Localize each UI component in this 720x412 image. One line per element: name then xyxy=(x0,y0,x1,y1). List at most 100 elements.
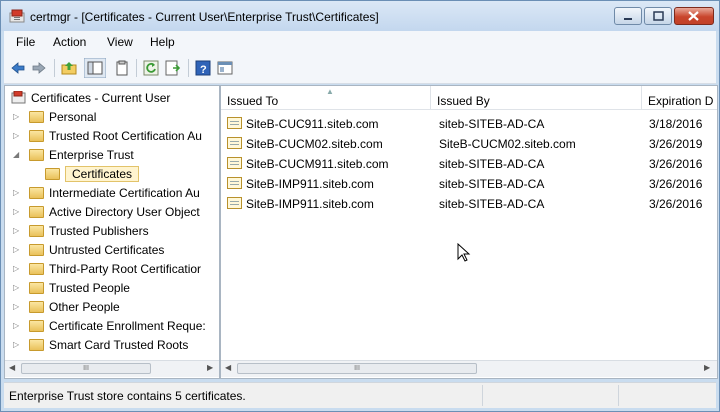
tree-item-label: Smart Card Trusted Roots xyxy=(49,338,189,352)
certmgr-window: certmgr - [Certificates - Current User\E… xyxy=(0,0,720,412)
certificate-row[interactable]: SiteB-IMP911.siteb.com siteb-SITEB-AD-CA 3… xyxy=(221,174,717,194)
expand-icon[interactable]: ▷ xyxy=(13,264,21,273)
menu-view[interactable]: View xyxy=(107,35,133,49)
minimize-button[interactable] xyxy=(614,7,642,25)
tree-item[interactable]: Certificates xyxy=(5,166,219,184)
properties-icon[interactable] xyxy=(217,60,233,76)
forward-arrow-icon[interactable] xyxy=(31,60,47,76)
expand-icon[interactable]: ▷ xyxy=(13,207,21,216)
expand-icon[interactable]: ▷ xyxy=(13,245,21,254)
tree-root[interactable]: Certificates - Current User xyxy=(9,90,209,108)
status-bar: Enterprise Trust store contains 5 certif… xyxy=(4,382,716,408)
column-expiration[interactable]: Expiration D xyxy=(642,86,717,110)
status-divider xyxy=(482,385,483,406)
tree-horizontal-scrollbar[interactable]: ◀ III ▶ xyxy=(5,360,219,377)
tree-item[interactable]: ◢ Enterprise Trust xyxy=(5,147,219,165)
tree-item[interactable]: ▷ Third-Party Root Certificatior xyxy=(5,261,219,279)
export-list-icon[interactable] xyxy=(165,60,181,76)
certificate-icon xyxy=(227,197,242,209)
tree-item-label: Third-Party Root Certificatior xyxy=(49,262,202,276)
tree-root-label: Certificates - Current User xyxy=(31,91,171,105)
scroll-right-icon[interactable]: ▶ xyxy=(207,363,213,372)
mouse-pointer-icon xyxy=(457,243,471,262)
tree-item[interactable]: ▷ Personal xyxy=(5,109,219,127)
tree-item-label: Trusted Root Certification Au xyxy=(49,129,202,143)
certmgr-app-icon xyxy=(9,9,25,23)
toolbar-separator xyxy=(54,59,55,77)
collapse-icon[interactable]: ◢ xyxy=(13,150,21,159)
tree-item-label: Enterprise Trust xyxy=(49,148,134,162)
expand-icon[interactable]: ▷ xyxy=(13,226,21,235)
tree-item[interactable]: ▷ Trusted People xyxy=(5,280,219,298)
title-bar[interactable]: certmgr - [Certificates - Current User\E… xyxy=(1,1,719,31)
certificate-row[interactable]: SiteB-CUCM911.siteb.com siteb-SITEB-AD-CA… xyxy=(221,154,717,174)
close-icon xyxy=(688,11,699,21)
window-title: certmgr - [Certificates - Current User\E… xyxy=(30,10,379,24)
folder-icon xyxy=(29,282,44,294)
tree-item[interactable]: ▷ Trusted Publishers xyxy=(5,223,219,241)
help-icon[interactable]: ? xyxy=(195,60,211,76)
tree-item-label: Active Directory User Object xyxy=(49,205,200,219)
certificate-row[interactable]: SiteB-CUCM02.siteb.com SiteB-CUCM02.siteb… xyxy=(221,134,717,154)
tree-item[interactable]: ▷ Certificate Enrollment Reque: xyxy=(5,318,219,336)
folder-icon xyxy=(29,206,44,218)
cell-issued-by: siteb-SITEB-AD-CA xyxy=(439,197,545,211)
scroll-left-icon[interactable]: ◀ xyxy=(225,363,231,372)
certificate-icon xyxy=(227,157,242,169)
toolbar-separator xyxy=(136,59,137,77)
tree-item[interactable]: ▷ Untrusted Certificates xyxy=(5,242,219,260)
tree-item[interactable]: ▷ Intermediate Certification Au xyxy=(5,185,219,203)
column-issued-to[interactable]: Issued To ▲ xyxy=(221,86,431,110)
refresh-icon[interactable] xyxy=(143,60,159,76)
expand-icon[interactable]: ▷ xyxy=(13,283,21,292)
certificate-icon xyxy=(227,137,242,149)
svg-text:?: ? xyxy=(200,64,207,76)
expand-icon[interactable]: ▷ xyxy=(13,131,21,140)
folder-icon xyxy=(29,320,44,332)
folder-icon xyxy=(29,187,44,199)
folder-icon xyxy=(29,301,44,313)
tree-item-label: Personal xyxy=(49,110,97,124)
menu-help[interactable]: Help xyxy=(150,35,175,49)
list-scroll-thumb[interactable]: III xyxy=(237,363,477,374)
menu-action[interactable]: Action xyxy=(53,35,86,49)
close-button[interactable] xyxy=(674,7,714,25)
tree-item[interactable]: ▷ Other People xyxy=(5,299,219,317)
maximize-button[interactable] xyxy=(644,7,672,25)
cell-expiration: 3/26/2016 xyxy=(649,197,703,211)
maximize-icon xyxy=(653,11,664,21)
tree-scroll-thumb[interactable]: III xyxy=(21,363,151,374)
folder-icon xyxy=(29,225,44,237)
column-issued-to-label: Issued To xyxy=(227,94,279,108)
expand-icon[interactable]: ▷ xyxy=(13,340,21,349)
tree-item-label: Certificates xyxy=(65,166,140,182)
menu-file[interactable]: File xyxy=(16,35,35,49)
copy-icon[interactable] xyxy=(114,60,130,76)
expand-icon[interactable]: ▷ xyxy=(13,188,21,197)
back-arrow-icon[interactable] xyxy=(10,60,26,76)
console-tree[interactable]: Certificates - Current User ▷ Personal ▷ Tr… xyxy=(4,85,220,379)
column-issued-by[interactable]: Issued By xyxy=(431,86,642,110)
expand-icon[interactable]: ▷ xyxy=(13,112,21,121)
menu-bar: File Action View Help xyxy=(4,31,716,53)
minimize-icon xyxy=(624,18,632,20)
tree-item[interactable]: ▷ Smart Card Trusted Roots xyxy=(5,337,219,355)
certificate-list[interactable]: Issued To ▲ Issued By Expiration D SiteB… xyxy=(220,85,718,379)
certificate-row[interactable]: SiteB-IMP911.siteb.com siteb-SITEB-AD-CA 3… xyxy=(221,194,717,214)
certificate-icon xyxy=(227,117,242,129)
status-divider xyxy=(618,385,619,406)
tree-item-label: Trusted People xyxy=(49,281,130,295)
show-hide-tree-icon[interactable] xyxy=(84,58,106,78)
certificate-row[interactable]: SiteB-CUC911.siteb.com siteb-SITEB-AD-CA 3… xyxy=(221,114,717,134)
list-horizontal-scrollbar[interactable]: ◀ III ▶ xyxy=(221,360,717,377)
scroll-left-icon[interactable]: ◀ xyxy=(9,363,15,372)
column-issued-by-label: Issued By xyxy=(437,94,490,108)
certificates-snapin-icon xyxy=(11,91,26,104)
folder-icon xyxy=(29,244,44,256)
up-folder-icon[interactable] xyxy=(61,60,77,76)
scroll-right-icon[interactable]: ▶ xyxy=(704,363,710,372)
tree-item[interactable]: ▷ Trusted Root Certification Au xyxy=(5,128,219,146)
tree-item[interactable]: ▷ Active Directory User Object xyxy=(5,204,219,222)
expand-icon[interactable]: ▷ xyxy=(13,321,21,330)
expand-icon[interactable]: ▷ xyxy=(13,302,21,311)
